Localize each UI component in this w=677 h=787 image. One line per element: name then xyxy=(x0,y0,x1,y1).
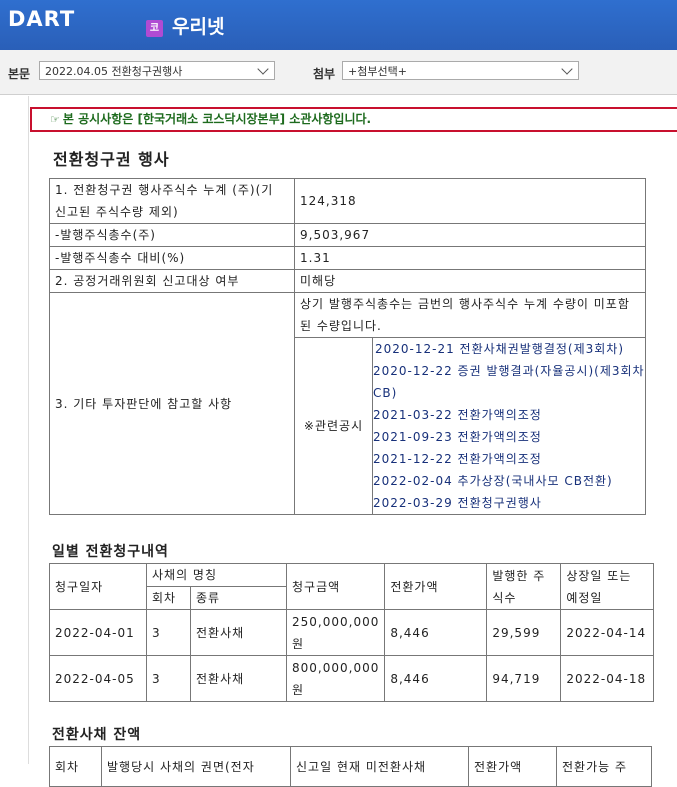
company-badge-icon: 코 xyxy=(146,20,163,37)
table-header-row: 회차 발행당시 사채의 권면(전자 신고일 현재 미전환사채 전환가액 전환가능… xyxy=(49,746,652,787)
cell-shares: 29,599 xyxy=(486,609,562,656)
cell-kind: 전환사채 xyxy=(190,609,287,656)
cell-listing: 2022-04-18 xyxy=(560,655,654,702)
daily-table: 청구일자 사채의 명칭 청구금액 전환가액 발행한 주식수 상장일 또는 예정일… xyxy=(49,563,654,702)
cell-round: 3 xyxy=(146,655,191,702)
table-cell-label: 1. 전환청구권 행사주식수 누계 (주)(기 신고된 주식수량 제외) xyxy=(49,178,295,224)
notice-banner: ☞ 본 공시사항은 [한국거래소 코스닥시장본부] 소관사항입니다. xyxy=(30,107,677,132)
table-row: 3. 기타 투자판단에 참고할 사항 상기 발행주식총수는 금번의 행사주식수 … xyxy=(49,292,646,515)
related-link[interactable]: 2020-12-21 전환사채권발행결정(제3회차) xyxy=(373,338,645,360)
cell-price: 8,446 xyxy=(384,609,488,656)
cell-amount: 250,000,000원 xyxy=(285,609,386,656)
header-shares: 발행한 주식수 xyxy=(486,563,562,610)
table-row: 1. 전환청구권 행사주식수 누계 (주)(기 신고된 주식수량 제외) 124… xyxy=(49,178,646,224)
header-convertible-shares: 전환가능 주 xyxy=(556,746,652,787)
header-date: 청구일자 xyxy=(49,563,147,610)
attach-select-label: 첨부 xyxy=(313,67,336,81)
table-cell-value: 1.31 xyxy=(294,246,646,270)
table-row: 2022-04-05 3 전환사채 800,000,000원 8,446 94,… xyxy=(49,655,654,702)
cell-round: 3 xyxy=(146,609,191,656)
header-listing: 상장일 또는 예정일 xyxy=(560,563,654,610)
chevron-down-icon xyxy=(257,63,269,75)
page-title: 전환청구권 행사 xyxy=(53,150,170,169)
table-cell-label: -발행주식총수 대비(%) xyxy=(49,246,295,270)
header-price: 전환가액 xyxy=(468,746,557,787)
table-row: -발행주식총수 대비(%) 1.31 xyxy=(49,246,646,270)
table-row: -발행주식총수(주) 9,503,967 xyxy=(49,223,646,247)
notice-text: 본 공시사항은 [한국거래소 코스닥시장본부] 소관사항입니다. xyxy=(62,112,372,126)
related-link[interactable]: 2021-12-22 전환가액의조정 xyxy=(373,448,645,470)
header-price: 전환가액 xyxy=(384,563,488,610)
daily-section-title: 일별 전환청구내역 xyxy=(52,544,169,560)
header-kind: 종류 xyxy=(190,586,287,610)
pointing-hand-icon: ☞ xyxy=(50,113,60,126)
summary-table: 1. 전환청구권 행사주식수 누계 (주)(기 신고된 주식수량 제외) 124… xyxy=(49,178,646,515)
doc-select-label: 본문 xyxy=(8,67,31,81)
related-disclosure-list: 2020-12-21 전환사채권발행결정(제3회차) 2020-12-22 증권… xyxy=(372,337,646,515)
attach-select-value: +첨부선택+ xyxy=(348,65,407,78)
company-title: 코 우리넷 xyxy=(146,12,224,39)
header-unconverted: 신고일 현재 미전환사채 xyxy=(290,746,469,787)
table-cell-label: -발행주식총수(주) xyxy=(49,223,295,247)
table-cell-note: 상기 발행주식총수는 금번의 행사주식수 누계 수량이 미포함된 수량입니다. xyxy=(294,292,646,338)
header-round: 회차 xyxy=(146,586,191,610)
cell-date: 2022-04-05 xyxy=(49,655,147,702)
balance-section-title: 전환사채 잔액 xyxy=(52,727,142,743)
table-row: 2. 공정거래위원회 신고대상 여부 미해당 xyxy=(49,269,646,293)
related-link[interactable]: 2021-03-22 전환가액의조정 xyxy=(373,404,645,426)
logo-text: DART xyxy=(8,7,76,31)
cell-date: 2022-04-01 xyxy=(49,609,147,656)
top-banner: DART 코 우리넷 xyxy=(0,0,677,50)
table-cell-label: 2. 공정거래위원회 신고대상 여부 xyxy=(49,269,295,293)
cell-listing: 2022-04-14 xyxy=(560,609,654,656)
table-cell-value: 124,318 xyxy=(294,178,646,224)
related-disclosure-label: ※관련공시 xyxy=(294,337,373,515)
table-cell-value: 9,503,967 xyxy=(294,223,646,247)
header-bond-name: 사채의 명칭 xyxy=(146,563,287,587)
document-select-bar: 본문 2022.04.05 전환청구권행사 첨부 +첨부선택+ xyxy=(0,50,677,95)
header-round: 회차 xyxy=(49,746,102,787)
header-face-value: 발행당시 사채의 권면(전자 xyxy=(101,746,291,787)
related-link[interactable]: 2022-03-29 전환청구권행사 xyxy=(373,492,645,514)
related-links: 2020-12-21 전환사채권발행결정(제3회차) 2020-12-22 증권… xyxy=(373,338,645,514)
related-link[interactable]: 2020-12-22 증권 발행결과(자율공시)(제3회차 CB) xyxy=(373,360,645,404)
doc-select-value: 2022.04.05 전환청구권행사 xyxy=(45,65,183,78)
attach-select[interactable]: +첨부선택+ xyxy=(342,61,579,80)
cell-kind: 전환사채 xyxy=(190,655,287,702)
header-amount: 청구금액 xyxy=(285,563,386,610)
balance-table: 회차 발행당시 사채의 권면(전자 신고일 현재 미전환사채 전환가액 전환가능… xyxy=(49,746,652,787)
company-name: 우리넷 xyxy=(172,16,225,38)
cell-shares: 94,719 xyxy=(486,655,562,702)
table-cell-label: 3. 기타 투자판단에 참고할 사항 xyxy=(49,292,295,515)
table-cell-value: 미해당 xyxy=(294,269,646,293)
cell-price: 8,446 xyxy=(384,655,488,702)
related-link[interactable]: 2021-09-23 전환가액의조정 xyxy=(373,426,645,448)
chevron-down-icon xyxy=(561,63,573,75)
doc-select[interactable]: 2022.04.05 전환청구권행사 xyxy=(39,61,275,80)
cell-amount: 800,000,000원 xyxy=(285,655,386,702)
dart-logo[interactable]: DART xyxy=(8,7,75,31)
table-header-row: 청구일자 사채의 명칭 청구금액 전환가액 발행한 주식수 상장일 또는 예정일 xyxy=(49,563,654,610)
related-link[interactable]: 2022-02-04 추가상장(국내사모 CB전환) xyxy=(373,470,645,492)
table-row: 2022-04-01 3 전환사채 250,000,000원 8,446 29,… xyxy=(49,609,654,656)
